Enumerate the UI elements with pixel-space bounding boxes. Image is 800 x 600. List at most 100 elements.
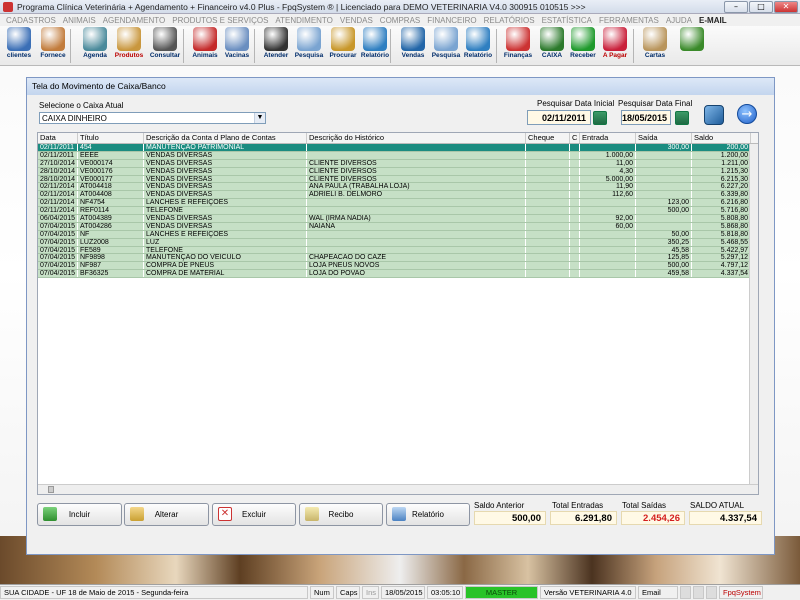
- table-row[interactable]: 27/10/2014 VE000174 VENDAS DIVERSAS CLIENTE…: [38, 159, 758, 168]
- menu-item-email[interactable]: E-MAIL: [699, 16, 727, 25]
- menu-item[interactable]: AJUDA: [666, 16, 692, 25]
- toolbar-button-cartas[interactable]: Cartas: [638, 27, 672, 65]
- table-row[interactable]: 06/04/2015 AT004389 VENDAS DIVERSAS WAL (IR…: [38, 215, 758, 223]
- toolbar-button-vacinas[interactable]: Vacinas: [220, 27, 254, 65]
- column-header[interactable]: Data: [38, 133, 78, 143]
- table-cell: 6.215,30: [692, 175, 751, 183]
- menu-item[interactable]: CADASTROS: [6, 16, 56, 25]
- vertical-scrollbar[interactable]: [749, 144, 758, 485]
- menu-item[interactable]: ATENDIMENTO: [275, 16, 332, 25]
- lock-icon[interactable]: [693, 586, 704, 599]
- status-num: Num: [310, 586, 334, 599]
- next-arrow-icon[interactable]: →: [737, 104, 757, 124]
- alterar-button[interactable]: Alterar: [124, 503, 209, 526]
- menu-item[interactable]: PRODUTOS E SERVIÇOS: [172, 16, 268, 25]
- table-cell: [636, 175, 692, 183]
- menu-item[interactable]: ANIMAIS: [63, 16, 96, 25]
- movements-grid[interactable]: Data Título Descrição da Conta d Plano de …: [37, 132, 759, 495]
- toolbar-button-fornece[interactable]: Fornece: [36, 27, 70, 65]
- menu-item[interactable]: VENDAS: [340, 16, 373, 25]
- table-cell: MANUTENÇÃO PATRIMONIAL: [144, 144, 307, 151]
- menu-item[interactable]: COMPRAS: [380, 16, 420, 25]
- date-end-input[interactable]: 18/05/2015: [621, 110, 671, 125]
- table-cell: 02/11/2011: [38, 144, 78, 151]
- toolbar-separator: [254, 29, 255, 63]
- table-cell: AT004389: [78, 215, 144, 222]
- menu-item[interactable]: AGENDAMENTO: [103, 16, 166, 25]
- table-cell: 07/04/2015: [38, 270, 78, 278]
- column-header[interactable]: Descrição do Histórico: [307, 133, 526, 143]
- table-row[interactable]: 02/11/2011 EEEE VENDAS DIVERSAS 1.000,00 1.2…: [38, 151, 758, 160]
- column-header[interactable]: C: [570, 133, 580, 143]
- column-header[interactable]: Descrição da Conta d Plano de Contas: [144, 133, 307, 143]
- toolbar-button-produtos[interactable]: Produtos: [112, 27, 146, 65]
- column-header[interactable]: Saída: [636, 133, 692, 143]
- table-row[interactable]: 07/04/2015 FE589 TELEFONE 45,58 5.422,97: [38, 246, 758, 255]
- toolbar-button-procurar[interactable]: Procurar: [326, 27, 360, 65]
- column-header[interactable]: Saldo: [692, 133, 751, 143]
- column-header[interactable]: Título: [78, 133, 144, 143]
- table-row[interactable]: 07/04/2015 NF LANCHES E REFEIÇÕES 50,00 5.81…: [38, 230, 758, 239]
- toolbar-button-a-pagar[interactable]: A Pagar: [598, 27, 632, 65]
- table-row[interactable]: 02/11/2014 AT004418 VENDAS DIVERSAS ANA PAU…: [38, 183, 758, 192]
- menu-item[interactable]: FERRAMENTAS: [599, 16, 659, 25]
- toolbar-button-clientes[interactable]: clientes: [2, 27, 36, 65]
- menu-item[interactable]: RELATÓRIOS: [484, 16, 535, 25]
- table-cell: VENDAS DIVERSAS: [144, 151, 307, 159]
- table-row[interactable]: 02/11/2014 NF4754 LANCHES E REFEIÇÕES 123,0…: [38, 199, 758, 208]
- toolbar-button-vendas[interactable]: Vendas: [396, 27, 430, 65]
- table-row[interactable]: 28/10/2014 VE000176 VENDAS DIVERSAS CLIENTE…: [38, 167, 758, 176]
- table-cell: LANCHES E REFEIÇÕES: [144, 230, 307, 238]
- toolbar-button-atender[interactable]: Atender: [259, 27, 293, 65]
- toolbar-button-pesquisa[interactable]: Pesquisa: [292, 27, 326, 65]
- excluir-button[interactable]: ✕ Excluir: [212, 503, 296, 526]
- toolbar-button-consultar[interactable]: Consultar: [148, 27, 182, 65]
- toolbar-button-caixa[interactable]: CAIXA: [535, 27, 569, 65]
- status-city-date: SUA CIDADE - UF 18 de Maio de 2015 - Seg…: [0, 586, 308, 599]
- table-row[interactable]: 07/04/2015 AT004286 VENDAS DIVERSAS NAIANA 6…: [38, 222, 758, 231]
- table-cell: [526, 270, 570, 278]
- table-cell: 07/04/2015: [38, 222, 78, 230]
- relatorio-button[interactable]: Relatório: [386, 503, 470, 526]
- shield-icon[interactable]: [706, 586, 717, 599]
- horizontal-scrollbar[interactable]: [38, 484, 758, 494]
- toolbar-button-agenda[interactable]: Agenda: [78, 27, 112, 65]
- close-button[interactable]: ✕: [774, 0, 798, 13]
- toolbar-button-animais[interactable]: Animais: [188, 27, 222, 65]
- toolbar-button-relat-rio[interactable]: Relatório: [461, 27, 495, 65]
- table-row[interactable]: 28/10/2014 VE000177 VENDAS DIVERSAS CLIENTE…: [38, 175, 758, 184]
- table-cell: LANCHES E REFEIÇÕES: [144, 199, 307, 207]
- maximize-button[interactable]: □: [749, 0, 773, 13]
- date-start-input[interactable]: 02/11/2011: [527, 110, 591, 125]
- table-row[interactable]: 07/04/2015 LUZ2008 LUZ 350,25 5.468,55: [38, 238, 758, 247]
- recibo-button[interactable]: Recibo: [299, 503, 383, 526]
- table-row[interactable]: 02/11/2014 AT004408 VENDAS DIVERSAS ADRIELI…: [38, 191, 758, 200]
- menu-item[interactable]: FINANCEIRO: [427, 16, 476, 25]
- menu-item[interactable]: ESTATÍSTICA: [542, 16, 592, 25]
- column-header[interactable]: Cheque: [526, 133, 570, 143]
- toolbar-button-receber[interactable]: Receber: [566, 27, 600, 65]
- table-row[interactable]: 07/04/2015 NF987 COMPRA DE PNEUS LOJA PNEUS…: [38, 262, 758, 271]
- toolbar-button-finan-as[interactable]: Finanças: [501, 27, 535, 65]
- table-cell: [307, 230, 526, 238]
- key-icon[interactable]: [680, 586, 691, 599]
- incluir-button[interactable]: Incluir: [37, 503, 122, 526]
- calendar-icon[interactable]: [675, 111, 689, 125]
- status-email[interactable]: Email: [638, 586, 678, 599]
- caixa-select[interactable]: CAIXA DINHEIRO ▼: [39, 112, 266, 124]
- toolbar-button-pesquisa[interactable]: Pesquisa: [429, 27, 463, 65]
- minimize-button[interactable]: –: [724, 0, 748, 13]
- refresh-icon[interactable]: [704, 105, 724, 125]
- table-cell: 4,30: [580, 167, 636, 175]
- grid-body: 02/11/2011 454 MANUTENÇÃO PATRIMONIAL 300,0…: [38, 144, 758, 279]
- table-row[interactable]: 02/11/2014 REF0114 TELEFONE 500,00 5.716,80: [38, 207, 758, 216]
- column-header[interactable]: Entrada: [580, 133, 636, 143]
- table-row[interactable]: 02/11/2011 454 MANUTENÇÃO PATRIMONIAL 300,0…: [38, 144, 758, 152]
- calendar-icon[interactable]: [593, 111, 607, 125]
- table-row[interactable]: 07/04/2015 NF9898 MANUTENÇÃO DO VEÍCULO CHA…: [38, 254, 758, 263]
- scroll-thumb[interactable]: [48, 486, 54, 493]
- chevron-down-icon[interactable]: ▼: [254, 113, 265, 123]
- toolbar-button-exit[interactable]: [675, 27, 709, 65]
- table-row[interactable]: 07/04/2015 BF36325 COMPRA DE MATERIAL LOJA …: [38, 270, 758, 279]
- toolbar-button-relat-rio[interactable]: Relatório: [358, 27, 392, 65]
